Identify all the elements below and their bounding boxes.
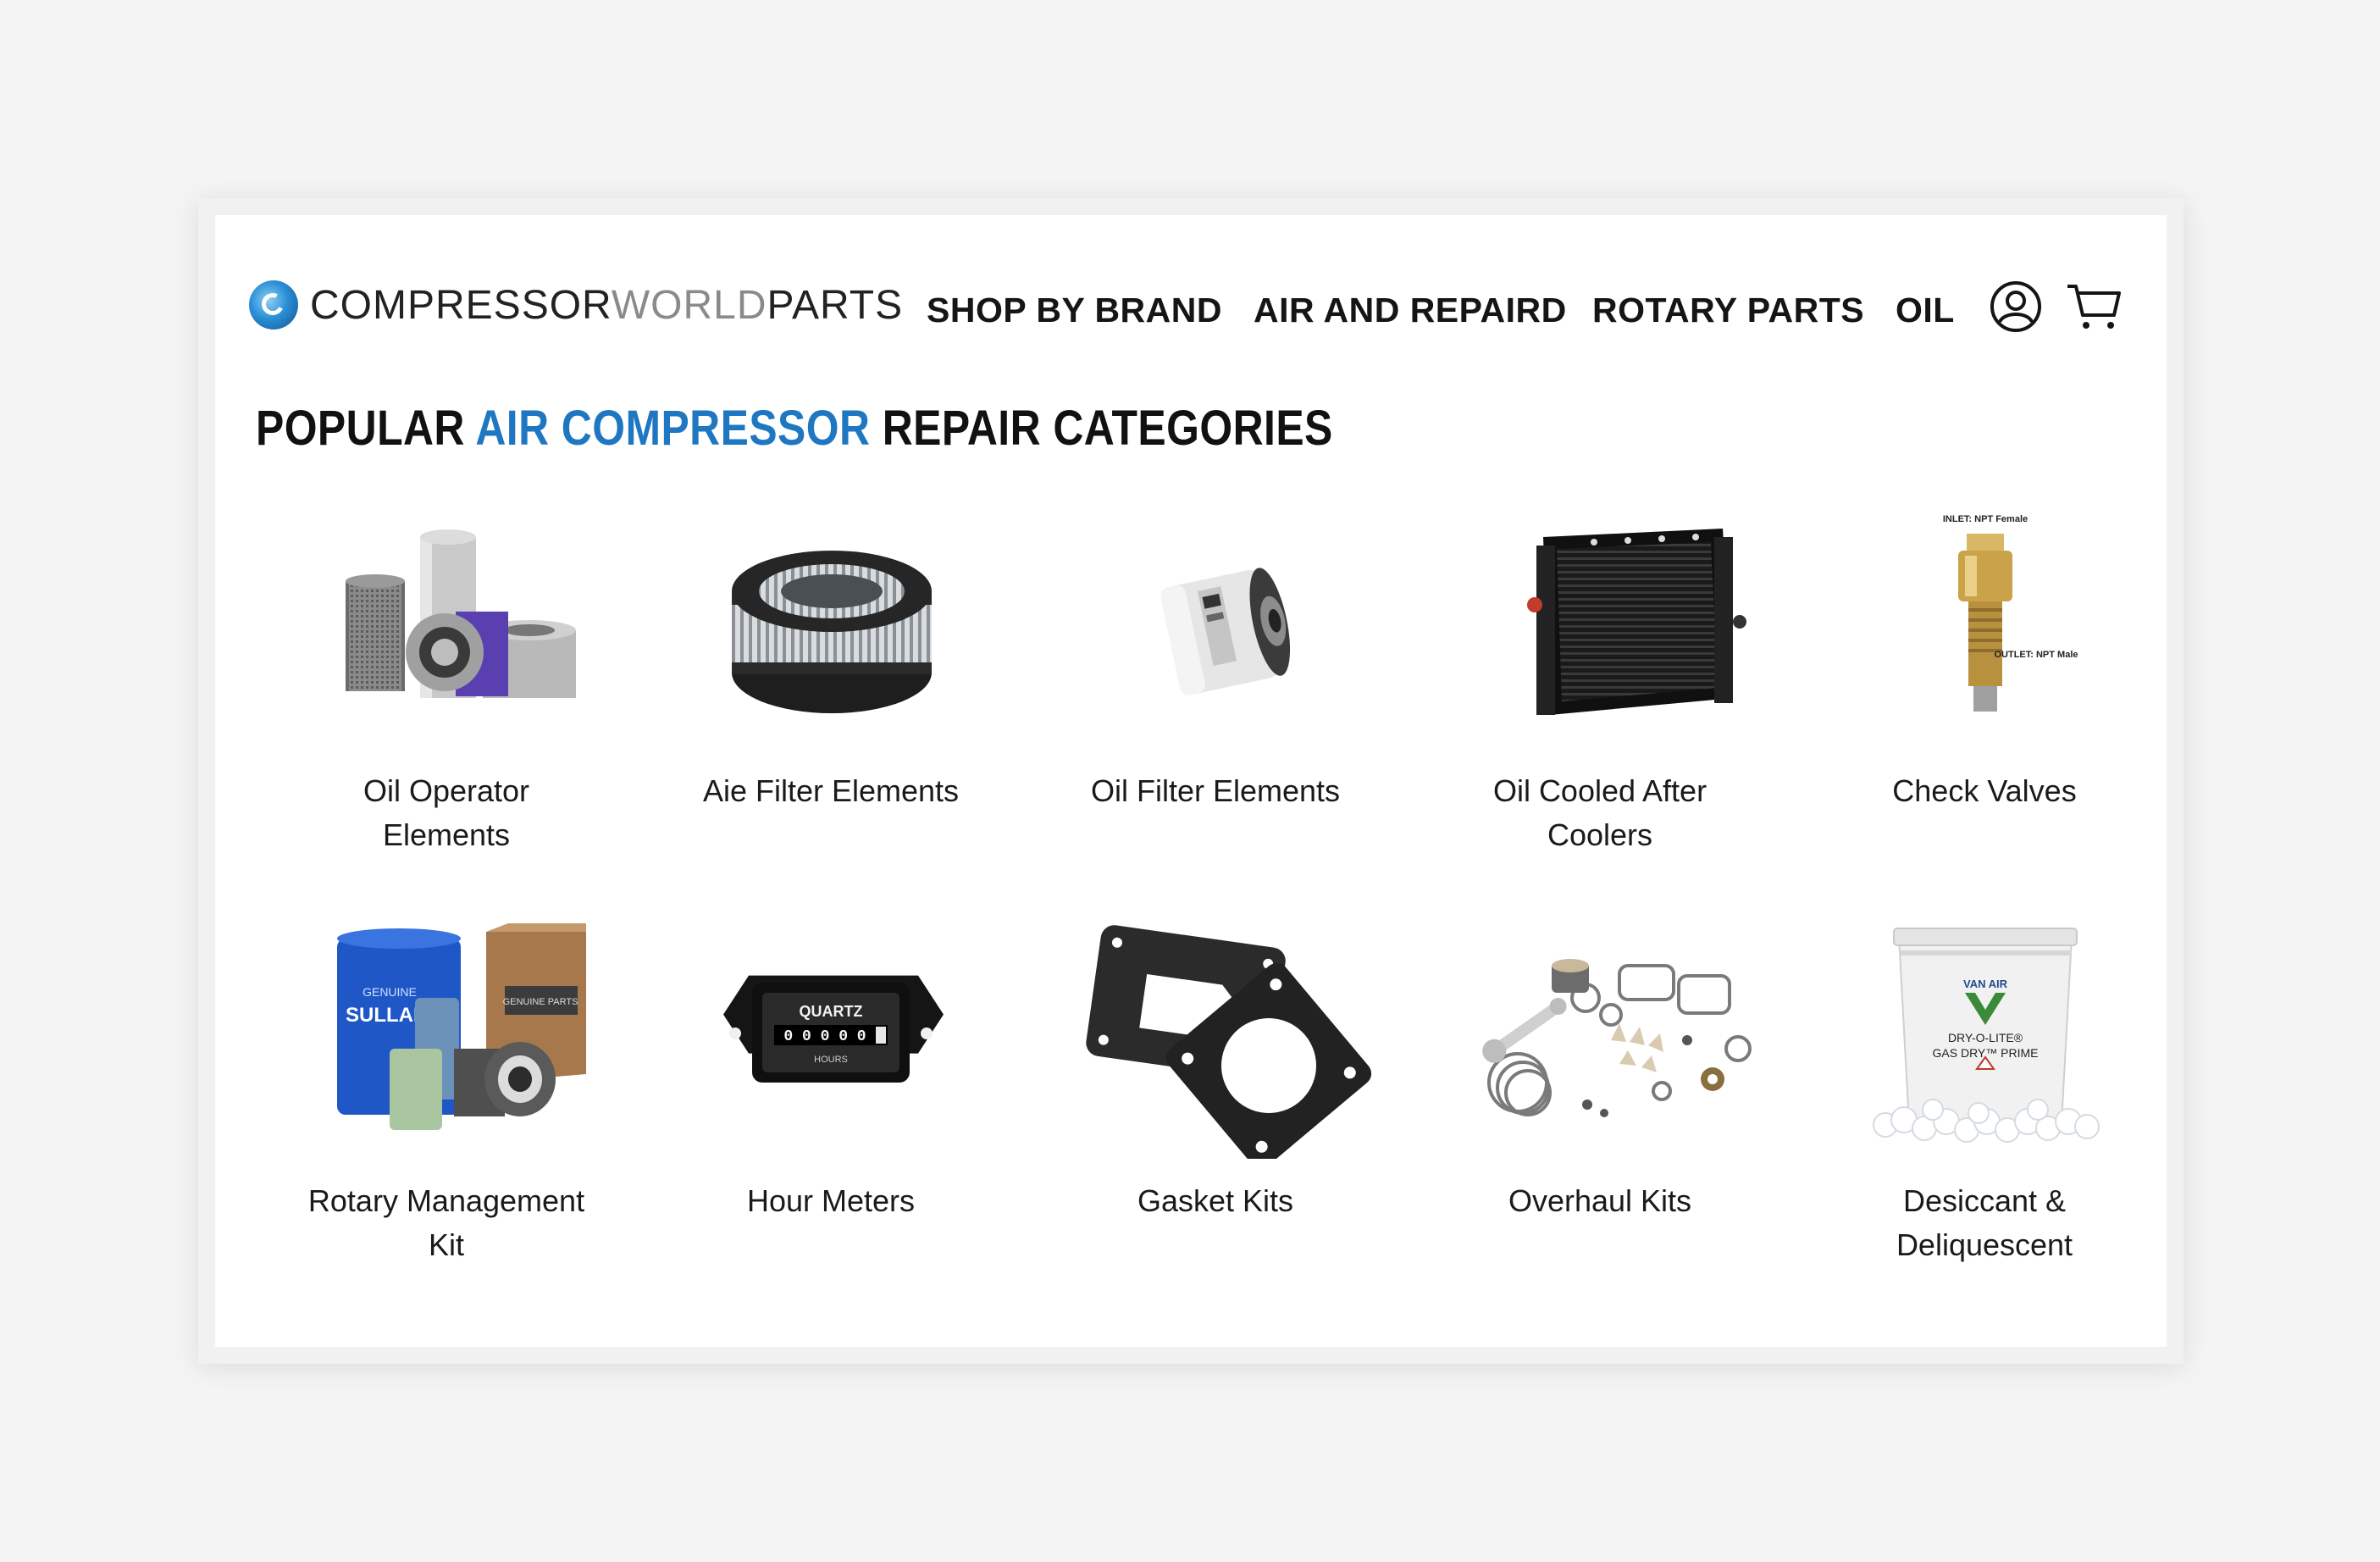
bucket-brand-text: VAN AIR [1963, 978, 2008, 990]
oil-cooler-image [1408, 503, 1792, 749]
category-label: Rotary Management Kit [307, 1183, 585, 1262]
hour-meter-image: QUARTZ 0 0 0 0 0 HOURS [639, 913, 1023, 1159]
category-label: Check Valves [1892, 773, 2077, 808]
category-card-oil-operator-elements[interactable]: Oil Operator Elements [254, 503, 639, 857]
logo-mark-icon [249, 280, 298, 330]
logo-word-1: COMPRESSOR [310, 282, 612, 328]
nav-oil[interactable]: OIL [1896, 283, 1955, 337]
kit-box-text: GENUINE PARTS [503, 997, 578, 1007]
nav-rotary-parts[interactable]: ROTARY PARTS [1592, 283, 1864, 337]
section-title: POPULAR AIR COMPRESSOR REPAIR CATEGORIES [256, 400, 1333, 457]
category-card-rotary-management-kit[interactable]: GENUINE PARTS GENUINE SULLAIR Rotary Man… [254, 913, 639, 1267]
category-card-desiccant-deliquescent[interactable]: VAN AIR DRY-O-LITE® GAS DRY™ PRIME Desic… [1792, 913, 2177, 1267]
content-panel: COMPRESSORWORLDPARTS SHOP BY BRAND AIR A… [215, 215, 2167, 1347]
site-logo[interactable]: COMPRESSORWORLDPARTS [249, 280, 903, 330]
meter-unit-text: HOURS [814, 1055, 848, 1065]
category-label: Aie Filter Elements [702, 773, 960, 808]
nav-air-and-repaird[interactable]: AIR AND REPAIRD [1254, 283, 1567, 337]
category-label: Overhaul Kits [1508, 1183, 1692, 1218]
cart-icon[interactable] [2065, 281, 2123, 332]
kit-genuine-text: GENUINE [363, 985, 417, 999]
overhaul-kit-image [1408, 913, 1792, 1159]
logo-word-2: WORLD [611, 282, 767, 328]
title-accent: AIR COMPRESSOR [475, 401, 871, 456]
meter-brand-text: QUARTZ [800, 1003, 863, 1020]
rotary-kit-image: GENUINE PARTS GENUINE SULLAIR [254, 913, 639, 1159]
category-card-overhaul-kits[interactable]: Overhaul Kits [1408, 913, 1792, 1223]
category-label: Desiccant & Deliquescent [1896, 1183, 2073, 1262]
desiccant-bucket-image: VAN AIR DRY-O-LITE® GAS DRY™ PRIME [1792, 913, 2177, 1159]
category-label: Oil Cooled After Coolers [1492, 773, 1708, 852]
category-card-check-valves[interactable]: INLET: NPT Female OUTLET: NPT Male Check… [1792, 503, 2177, 813]
gasket-kit-image [1023, 913, 1408, 1159]
bucket-product-text: DRY-O-LITE® [1948, 1031, 2023, 1044]
title-part-1: POPULAR [256, 401, 476, 456]
logo-text: COMPRESSORWORLDPARTS [310, 282, 903, 329]
category-label: Gasket Kits [1137, 1183, 1294, 1218]
category-card-oil-filter-elements[interactable]: Oil Filter Elements [1023, 503, 1408, 813]
oil-filter-image [1023, 503, 1408, 749]
nav-shop-by-brand[interactable]: SHOP BY BRAND [927, 283, 1222, 337]
content-card: COMPRESSORWORLDPARTS SHOP BY BRAND AIR A… [198, 198, 2184, 1364]
category-card-oil-cooled-after-coolers[interactable]: Oil Cooled After Coolers [1408, 503, 1792, 857]
logo-word-3: PARTS [767, 282, 904, 328]
category-label: Oil Filter Elements [1090, 773, 1341, 808]
valve-outlet-text: OUTLET: NPT Male [1994, 650, 2078, 660]
category-label: Hour Meters [746, 1183, 916, 1218]
user-icon[interactable] [1989, 280, 2043, 334]
check-valve-image: INLET: NPT Female OUTLET: NPT Male [1792, 503, 2177, 749]
valve-inlet-text: INLET: NPT Female [1943, 514, 2028, 524]
category-card-hour-meters[interactable]: QUARTZ 0 0 0 0 0 HOURS Hour Meters [639, 913, 1023, 1223]
category-card-aie-filter-elements[interactable]: Aie Filter Elements [639, 503, 1023, 813]
title-part-2: REPAIR CATEGORIES [870, 401, 1333, 456]
category-label: Oil Operator Elements [363, 773, 530, 852]
category-card-gasket-kits[interactable]: Gasket Kits [1023, 913, 1408, 1223]
oil-separator-image [254, 503, 639, 749]
air-filter-image [639, 503, 1023, 749]
meter-digits-text: 0 0 0 0 0 [783, 1028, 866, 1045]
